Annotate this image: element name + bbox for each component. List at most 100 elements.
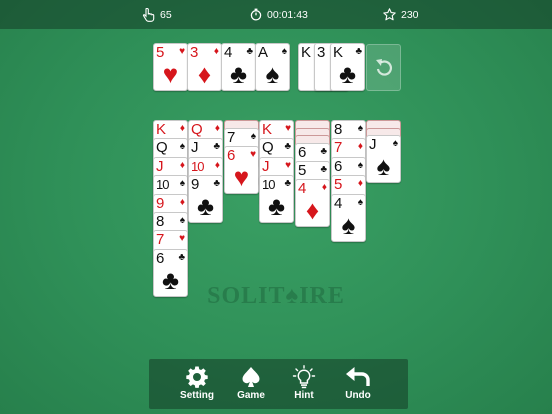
playing-card[interactable]: 6 ♥ ♥ <box>224 145 259 194</box>
card-suit-small-icon: ♦ <box>357 141 363 153</box>
card-rank: K <box>262 121 272 138</box>
solitaire-logo: SOLIT♠IRE <box>207 283 345 309</box>
card-suit-small-icon: ♠ <box>357 123 363 134</box>
card-suit-large-icon: ♦ <box>197 59 212 89</box>
game-label: Game <box>237 390 265 401</box>
lightbulb-icon <box>292 365 316 389</box>
hint-button[interactable]: Hint <box>277 359 331 409</box>
card-suit-small-icon: ♦ <box>179 196 185 208</box>
playing-card[interactable]: A ♠ ♠ <box>255 43 290 91</box>
status-bar: 65 00:01:43 230 <box>0 0 552 29</box>
stopwatch-icon <box>250 8 262 21</box>
card-suit-large-icon: ♣ <box>267 191 286 222</box>
card-suit-large-icon: ♣ <box>338 59 357 89</box>
hand-pointer-icon <box>142 7 155 22</box>
card-suit-small-icon: ♠ <box>281 46 287 57</box>
timer: 00:01:43 <box>250 0 308 29</box>
card-suit-small-icon: ♠ <box>179 141 185 153</box>
card-suit-small-icon: ♠ <box>357 159 363 171</box>
gear-icon <box>186 366 208 388</box>
playing-card[interactable]: 4 ♣ ♣ <box>221 43 256 91</box>
card-rank: J <box>369 136 377 153</box>
card-rank: 4 <box>298 180 306 198</box>
card-suit-large-icon: ♣ <box>229 59 248 89</box>
setting-button[interactable]: Setting <box>170 359 224 409</box>
card-suit-small-icon: ♦ <box>214 123 220 134</box>
star-icon <box>383 8 396 21</box>
card-suit-large-icon: ♣ <box>196 191 215 222</box>
card-rank: 5 <box>334 176 342 194</box>
card-rank: 4 <box>334 194 342 212</box>
moves-counter: 65 <box>142 0 172 29</box>
card-suit-small-icon: ♦ <box>321 182 327 194</box>
card-rank: 10 <box>191 158 205 174</box>
playing-card[interactable]: 4 ♠ ♠ <box>331 193 366 242</box>
card-suit-small-icon: ♠ <box>250 130 256 142</box>
timer-value: 00:01:43 <box>267 8 308 21</box>
card-suit-large-icon: ♠ <box>341 209 356 240</box>
recycle-icon <box>376 59 392 76</box>
card-rank: Q <box>191 121 203 138</box>
hint-label: Hint <box>294 390 314 401</box>
card-suit-small-icon: ♣ <box>284 178 291 190</box>
card-rank: J <box>262 157 270 175</box>
undo-button[interactable]: Undo <box>331 359 385 409</box>
card-rank: 9 <box>156 194 164 212</box>
card-suit-small-icon: ♠ <box>179 215 185 226</box>
card-suit-small-icon: ♣ <box>320 145 327 157</box>
card-suit-small-icon: ♦ <box>214 159 220 171</box>
undo-label: Undo <box>345 390 371 401</box>
card-suit-large-icon: ♥ <box>162 59 179 89</box>
playing-card[interactable]: 9 ♣ ♣ <box>188 175 223 224</box>
card-rank: 3 <box>190 44 198 61</box>
playing-card[interactable]: 3 ♦ ♦ <box>187 43 222 91</box>
card-suit-small-icon: ♠ <box>179 178 185 190</box>
card-rank: 6 <box>334 157 342 175</box>
card-rank: 6 <box>298 143 306 161</box>
card-rank: J <box>156 157 164 175</box>
card-suit-small-icon: ♥ <box>285 159 291 171</box>
card-rank: Q <box>156 139 168 157</box>
card-rank: J <box>191 139 199 157</box>
card-rank: K <box>301 44 311 61</box>
card-suit-small-icon: ♣ <box>213 178 220 190</box>
card-suit-small-icon: ♠ <box>357 196 363 208</box>
game-button[interactable]: Game <box>224 359 278 409</box>
moves-count: 65 <box>160 8 172 21</box>
stock-recycle-button[interactable] <box>366 44 401 91</box>
card-rank: 3 <box>317 44 325 61</box>
card-suit-small-icon: ♦ <box>179 159 185 171</box>
playing-card[interactable]: K ♣ ♣ <box>330 43 365 91</box>
playing-card[interactable]: 10 ♣ ♣ <box>259 175 294 224</box>
card-suit-small-icon: ♥ <box>179 46 185 57</box>
spade-icon <box>242 367 260 387</box>
undo-arrow-icon <box>346 367 370 386</box>
card-suit-large-icon: ♠ <box>376 151 391 181</box>
playing-card[interactable]: 5 ♥ ♥ <box>153 43 188 91</box>
card-suit-small-icon: ♥ <box>250 148 256 160</box>
setting-label: Setting <box>180 390 214 401</box>
playing-card[interactable]: J ♠ ♠ <box>366 135 401 183</box>
card-suit-small-icon: ♣ <box>355 46 362 57</box>
card-rank: 5 <box>298 161 306 179</box>
card-suit-small-icon: ♦ <box>213 46 219 57</box>
card-suit-small-icon: ♣ <box>246 46 253 57</box>
playing-card[interactable]: 4 ♦ ♦ <box>295 179 330 228</box>
card-rank: 8 <box>156 213 164 230</box>
card-rank: 7 <box>334 139 342 157</box>
card-suit-small-icon: ♦ <box>357 178 363 190</box>
card-suit-small-icon: ♣ <box>320 163 327 175</box>
card-suit-small-icon: ♣ <box>178 251 185 263</box>
card-rank: Q <box>262 139 274 157</box>
score-value: 230 <box>401 8 419 21</box>
bottom-toolbar: Setting Game Hint Undo <box>149 359 408 409</box>
card-suit-small-icon: ♥ <box>179 233 185 245</box>
card-rank: 10 <box>156 177 170 193</box>
card-rank: 8 <box>334 121 342 138</box>
card-suit-small-icon: ♦ <box>179 123 185 134</box>
score: 230 <box>383 0 419 29</box>
card-rank: K <box>156 121 166 138</box>
card-rank: 7 <box>227 128 235 146</box>
card-suit-small-icon: ♣ <box>284 141 291 153</box>
card-suit-small-icon: ♠ <box>392 138 398 149</box>
